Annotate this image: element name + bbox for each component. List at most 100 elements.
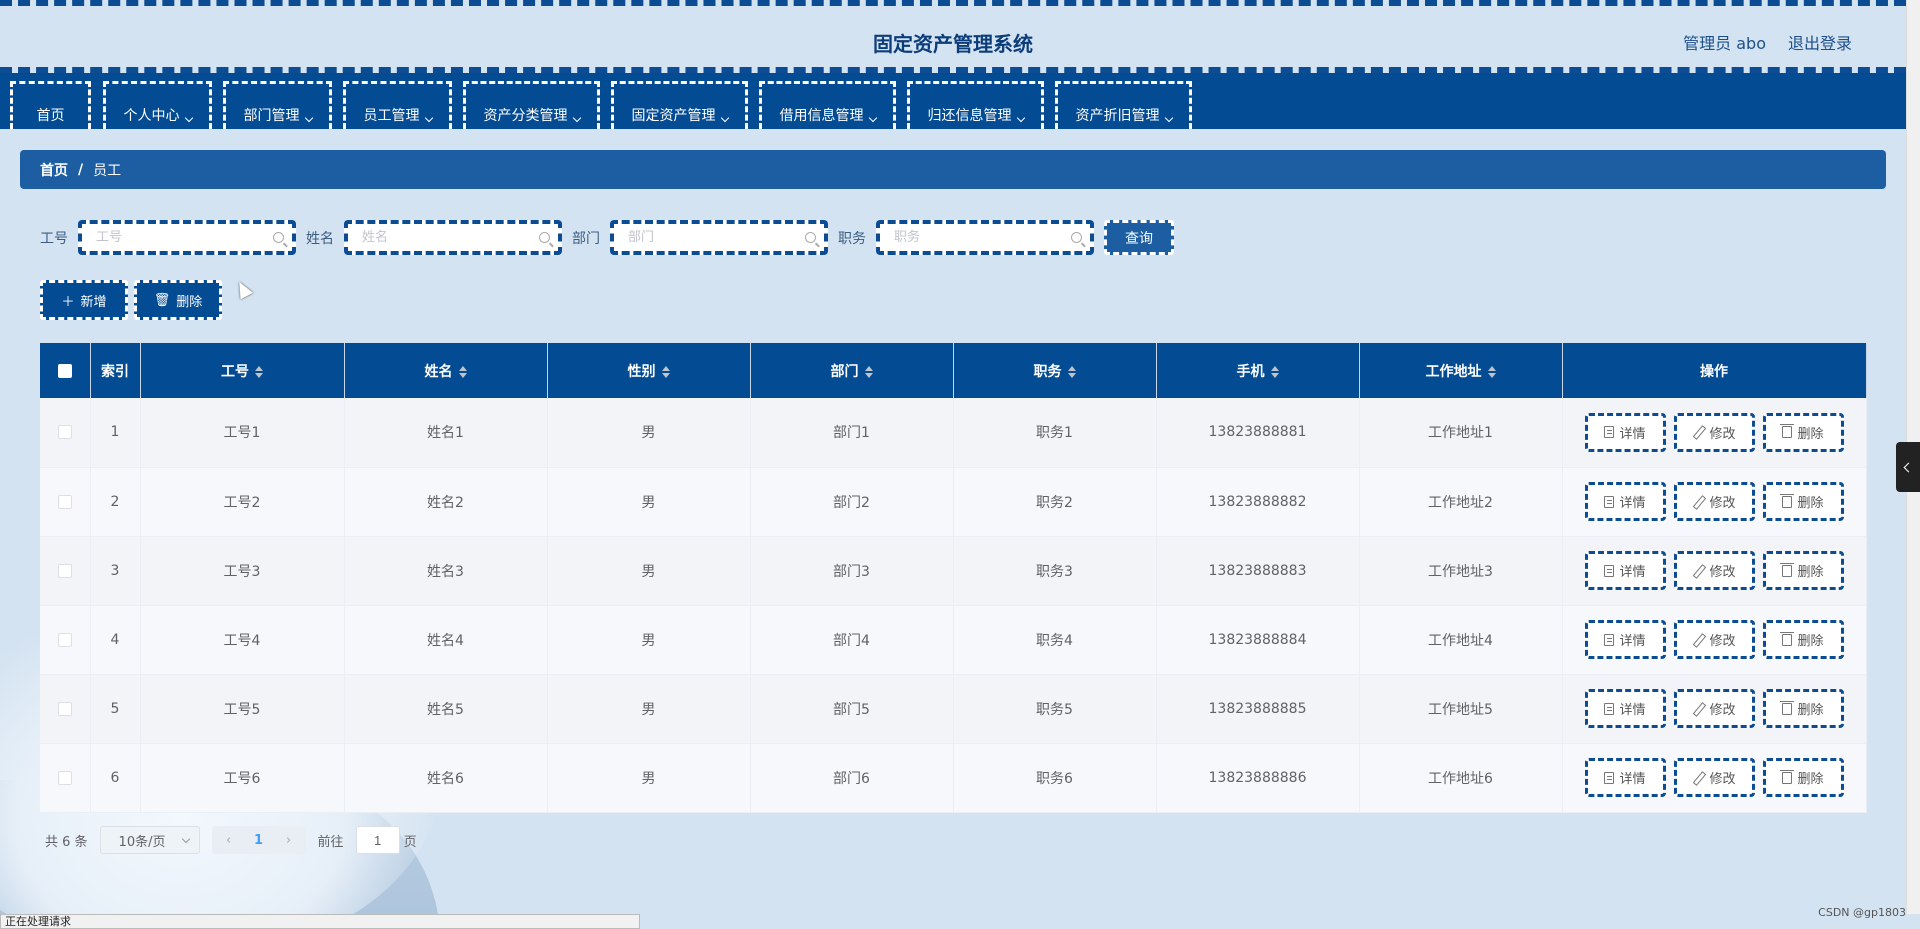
- search-input-title[interactable]: [880, 224, 1090, 251]
- search-input-name[interactable]: [348, 224, 558, 251]
- column-header-dept[interactable]: 部门: [750, 343, 954, 398]
- sort-icon[interactable]: [864, 365, 873, 378]
- delete-button[interactable]: 删除: [1762, 758, 1844, 797]
- delete-button[interactable]: 删除: [1762, 412, 1844, 452]
- prev-page-icon[interactable]: ‹: [218, 833, 240, 848]
- cell-name: 姓名1: [344, 398, 548, 468]
- current-user-label[interactable]: 管理员 abo: [1683, 30, 1766, 54]
- search-field-name[interactable]: [344, 220, 562, 255]
- search-field-id[interactable]: [78, 220, 296, 255]
- row-select-cell[interactable]: [40, 398, 91, 468]
- chevron-down-icon: [181, 834, 190, 843]
- search-input-id[interactable]: [82, 224, 292, 251]
- table-row: 6 工号6 姓名6 男部门6 职务6 13823888886 工作地址6 详情 修改 删除: [40, 743, 1867, 813]
- row-checkbox[interactable]: [57, 770, 72, 785]
- delete-button[interactable]: 删除: [1762, 620, 1844, 659]
- batch-delete-button[interactable]: 🗑 删除: [134, 280, 222, 320]
- sort-icon[interactable]: [458, 365, 467, 378]
- sort-icon[interactable]: [1067, 365, 1076, 378]
- sort-icon[interactable]: [661, 365, 670, 378]
- cell-dept: 部门3: [750, 536, 954, 606]
- detail-button[interactable]: 详情: [1584, 620, 1666, 659]
- row-checkbox[interactable]: [57, 425, 72, 440]
- nav-label: 归还信息管理: [927, 108, 1012, 124]
- row-select-cell[interactable]: [40, 467, 91, 537]
- row-checkbox[interactable]: [57, 563, 72, 578]
- nav-item-home[interactable]: 首页: [10, 81, 91, 129]
- user-info: 管理员 abo 退出登录: [1683, 30, 1852, 54]
- search-icon: [1071, 232, 1082, 243]
- nav-item-depreciation[interactable]: 资产折旧管理: [1055, 81, 1192, 129]
- select-all-checkbox[interactable]: [57, 363, 72, 378]
- trash-icon: [1780, 631, 1795, 646]
- edit-button[interactable]: 修改: [1673, 758, 1755, 797]
- sort-icon[interactable]: [255, 365, 263, 378]
- column-header-name[interactable]: 姓名: [344, 343, 548, 398]
- edit-button[interactable]: 修改: [1673, 482, 1755, 521]
- detail-button[interactable]: 详情: [1584, 758, 1666, 797]
- goto-page-input[interactable]: [355, 826, 400, 854]
- query-button[interactable]: 查询: [1104, 220, 1174, 255]
- chevron-left-icon: [1903, 462, 1913, 472]
- detail-button[interactable]: 详情: [1584, 689, 1666, 728]
- edit-icon: [1692, 772, 1704, 784]
- delete-button[interactable]: 删除: [1762, 689, 1844, 728]
- edit-button[interactable]: 修改: [1673, 412, 1755, 452]
- detail-button[interactable]: 详情: [1584, 551, 1666, 590]
- cell-phone: 13823888882: [1156, 467, 1360, 537]
- search-label-dept: 部门: [572, 230, 600, 247]
- breadcrumb-home[interactable]: 首页: [40, 160, 68, 180]
- cell-id: 工号4: [140, 605, 345, 675]
- sort-icon[interactable]: [1487, 365, 1496, 378]
- search-field-dept[interactable]: [610, 220, 828, 255]
- detail-label: 详情: [1619, 772, 1646, 787]
- sort-icon[interactable]: [1270, 365, 1279, 378]
- nav-item-personal[interactable]: 个人中心: [103, 81, 212, 129]
- edit-button[interactable]: 修改: [1673, 620, 1755, 659]
- nav-item-return[interactable]: 归还信息管理: [907, 81, 1044, 129]
- column-header-label: 职务: [1033, 363, 1062, 380]
- detail-button[interactable]: 详情: [1584, 412, 1666, 452]
- add-button[interactable]: ＋ 新增: [40, 280, 128, 320]
- nav-label: 员工管理: [363, 108, 420, 124]
- nav-item-employee[interactable]: 员工管理: [343, 81, 452, 129]
- search-field-title[interactable]: [876, 220, 1094, 255]
- select-all-cell[interactable]: [40, 343, 91, 398]
- logout-link[interactable]: 退出登录: [1788, 30, 1852, 54]
- column-header-phone[interactable]: 手机: [1156, 343, 1360, 398]
- page-size-select[interactable]: 10条/页: [99, 826, 200, 854]
- delete-button[interactable]: 删除: [1762, 482, 1844, 521]
- nav-item-borrow[interactable]: 借用信息管理: [759, 81, 896, 129]
- column-header-id[interactable]: 工号: [140, 343, 345, 398]
- cell-name: 姓名5: [344, 674, 548, 744]
- trash-icon: 🗑: [153, 292, 171, 308]
- row-select-cell[interactable]: [40, 743, 91, 813]
- column-header-title[interactable]: 职务: [953, 343, 1157, 398]
- row-select-cell[interactable]: [40, 605, 91, 675]
- column-header-gender[interactable]: 性别: [547, 343, 751, 398]
- edit-button[interactable]: 修改: [1673, 551, 1755, 590]
- nav-item-fixed-asset[interactable]: 固定资产管理: [611, 81, 748, 129]
- side-collapse-button[interactable]: [1896, 442, 1920, 492]
- detail-button[interactable]: 详情: [1584, 482, 1666, 521]
- row-select-cell[interactable]: [40, 674, 91, 744]
- chevron-down-icon: [1164, 113, 1173, 123]
- goto-prefix: 前往: [317, 834, 344, 850]
- search-input-dept[interactable]: [614, 224, 824, 251]
- row-checkbox[interactable]: [57, 494, 72, 509]
- search-bar: 工号 姓名 部门 职务 查询: [40, 220, 1174, 255]
- nav-item-department[interactable]: 部门管理: [223, 81, 332, 129]
- trash-icon: [1780, 700, 1795, 715]
- search-icon: [539, 232, 550, 243]
- nav-item-asset-category[interactable]: 资产分类管理: [463, 81, 600, 129]
- row-select-cell[interactable]: [40, 536, 91, 606]
- cell-gender: 男: [547, 398, 751, 468]
- delete-button[interactable]: 删除: [1762, 551, 1844, 590]
- column-header-address[interactable]: 工作地址: [1359, 343, 1563, 398]
- next-page-icon[interactable]: ›: [278, 833, 300, 848]
- row-checkbox[interactable]: [57, 632, 72, 647]
- cell-phone: 13823888881: [1156, 398, 1360, 468]
- edit-button[interactable]: 修改: [1673, 689, 1755, 728]
- page-number-current[interactable]: 1: [244, 833, 274, 848]
- row-checkbox[interactable]: [57, 701, 72, 716]
